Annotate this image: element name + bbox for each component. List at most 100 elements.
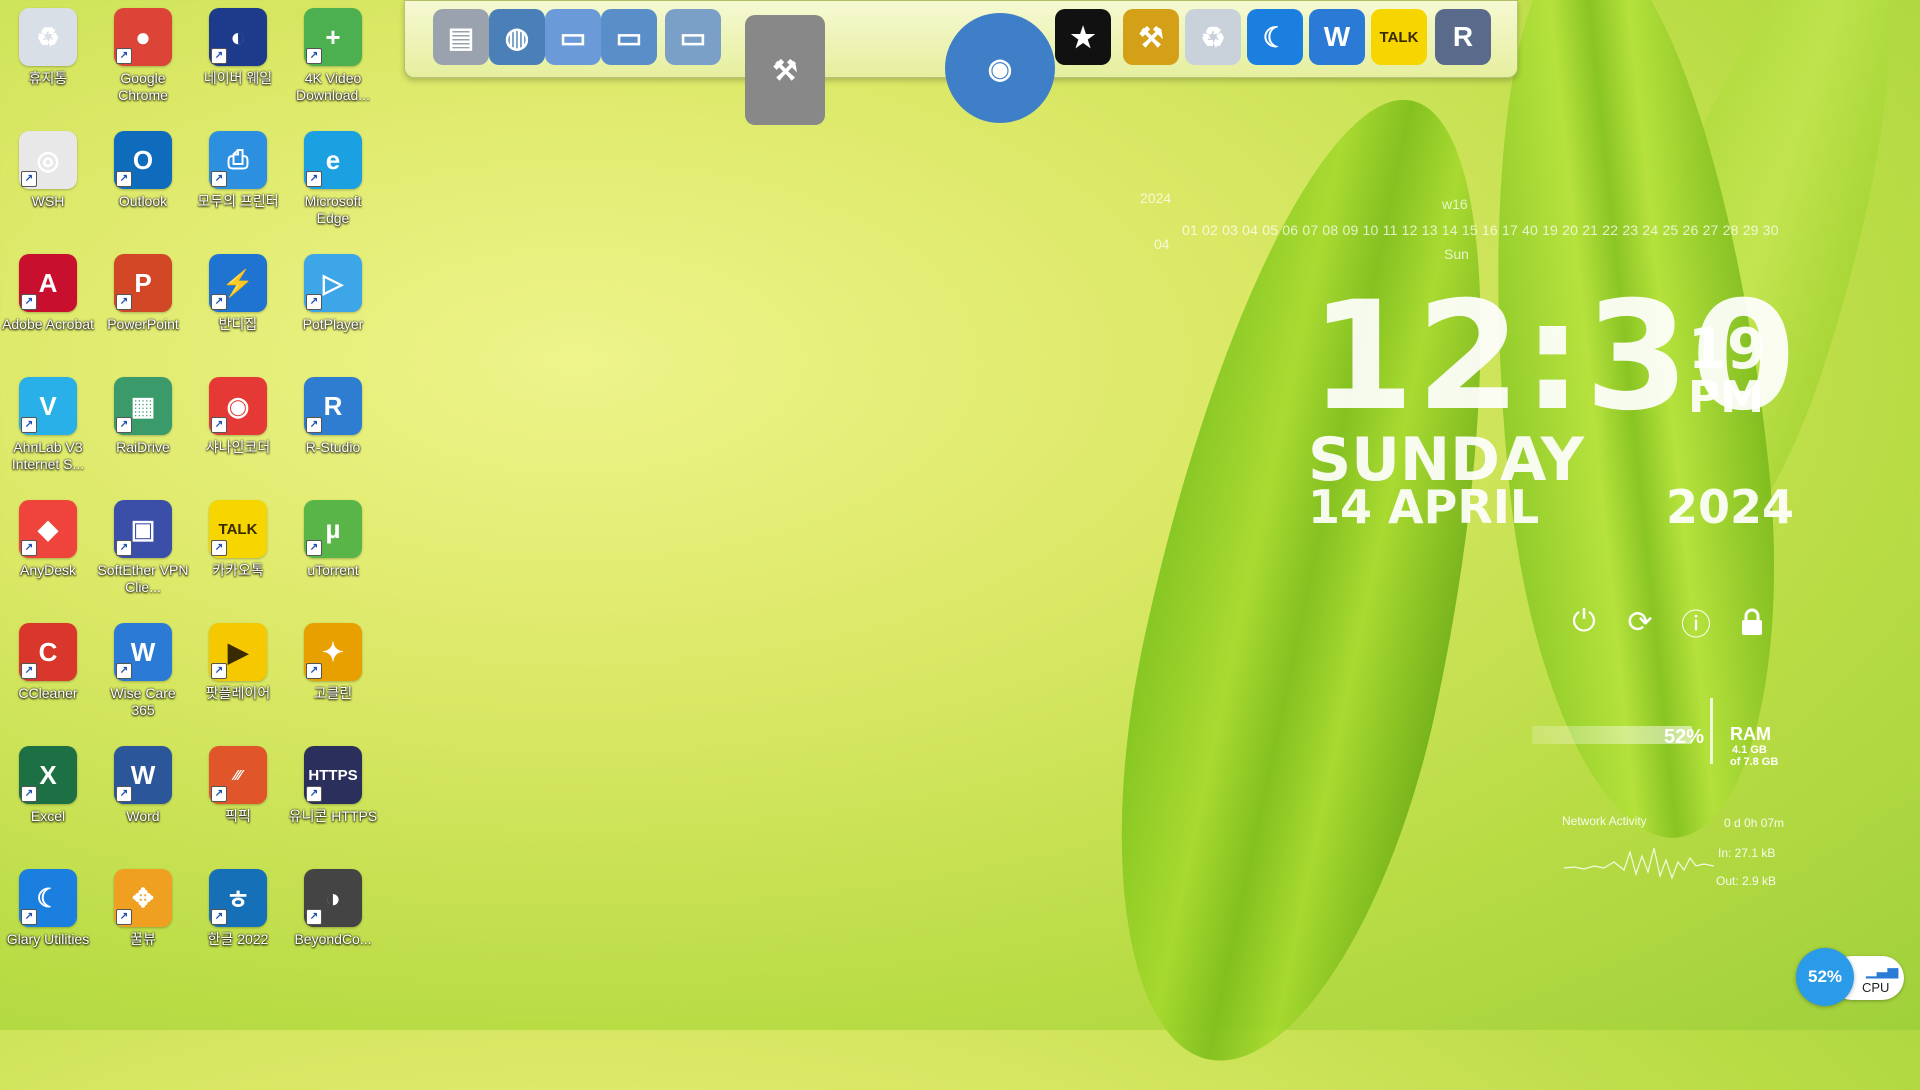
shortcut-arrow-icon: ↗ [116, 909, 132, 925]
goclean-icon: ✦ ↗ [304, 623, 362, 681]
desktop-icon[interactable]: ⁄⁄⁄ ↗ 픽픽 [192, 740, 284, 825]
desktop-icon[interactable]: W ↗ Word [97, 740, 189, 825]
desktop-icon[interactable]: ● ↗ Google Chrome [97, 2, 189, 104]
shortcut-arrow-icon: ↗ [116, 663, 132, 679]
desktop-icon-label: 한글 2022 [207, 931, 269, 947]
ram-divider [1710, 698, 1713, 764]
info-button[interactable]: ⓘ [1678, 604, 1714, 642]
glary-moon-icon[interactable]: ☾ [1247, 9, 1303, 65]
desktop-icon[interactable]: TALK ↗ 카카오톡 [192, 494, 284, 579]
desktop-icon[interactable]: A ↗ Adobe Acrobat [2, 248, 94, 333]
desktop-icon[interactable]: ▦ ↗ RaiDrive [97, 371, 189, 456]
ccleaner-icon: C ↗ [19, 623, 77, 681]
desktop-icon-label: AnyDesk [19, 562, 77, 578]
desktop-icon-label: AhnLab V3 Internet S... [11, 439, 85, 472]
recycle-bin-icon[interactable]: ♻ [1185, 9, 1241, 65]
desktop-icon[interactable]: ⚡ ↗ 반디집 [192, 248, 284, 333]
network-in: In: 27.1 kB [1718, 846, 1776, 860]
desktop-icon[interactable]: ♻ 휴지통 [2, 2, 94, 87]
tools-icon[interactable]: ⚒ [1123, 9, 1179, 65]
desktop-icon[interactable]: ▶ ↗ 팟플레이어 [192, 617, 284, 702]
network-uptime: 0 d 0h 07m [1724, 816, 1785, 830]
outlook-icon: O ↗ [114, 131, 172, 189]
desktop-icon[interactable]: P ↗ PowerPoint [97, 248, 189, 333]
desktop-icon[interactable]: O ↗ Outlook [97, 125, 189, 210]
desktop-icon[interactable]: ✥ ↗ 꿀뷰 [97, 863, 189, 948]
cpu-percent: 52% [1796, 948, 1854, 1006]
lock-button[interactable] [1734, 604, 1770, 640]
shortcut-arrow-icon: ↗ [116, 171, 132, 187]
globe-large-icon[interactable]: ◉ [945, 13, 1055, 123]
r-undelete-icon[interactable]: R [1435, 9, 1491, 65]
desktop-icon[interactable]: V ↗ AhnLab V3 Internet S... [2, 371, 94, 473]
lock-icon [1742, 608, 1762, 635]
shortcut-arrow-icon: ↗ [116, 48, 132, 64]
calendar-day-of-week: Sun [1444, 246, 1469, 262]
desktop-icon[interactable]: µ ↗ uTorrent [287, 494, 379, 579]
desktop-icon-label: Adobe Acrobat [2, 316, 94, 332]
cpu-chart-icon: ▁▃▅ [1866, 962, 1899, 978]
shana-encoder-icon: ◉ ↗ [209, 377, 267, 435]
shortcut-arrow-icon: ↗ [306, 171, 322, 187]
honeyview-icon: ✥ ↗ [114, 869, 172, 927]
hangul-icon: ㅎ ↗ [209, 869, 267, 927]
desktop-icon[interactable]: ◐ ↗ 네이버 웨일 [192, 2, 284, 87]
recycle-bin-icon: ♻ [19, 8, 77, 66]
desktop-icon[interactable]: ◎ ↗ WSH [2, 125, 94, 210]
ram-percent: 52% [1664, 726, 1705, 748]
shortcut-arrow-icon: ↗ [211, 48, 227, 64]
wise-shield-icon[interactable]: W [1309, 9, 1365, 65]
clock-date: 14 APRIL [1308, 480, 1540, 534]
desktop-icon-label: 모두의 프린터 [197, 193, 279, 209]
desktop-icon[interactable]: X ↗ Excel [2, 740, 94, 825]
desktop-icon-label: 샤나인코더 [205, 439, 271, 455]
network-globe-icon[interactable]: ◍ [489, 9, 545, 65]
power-button[interactable]: ⏻ [1566, 604, 1602, 640]
desktop-icon[interactable]: ◑ ↗ BeyondCo... [287, 863, 379, 948]
desktop-icon[interactable]: ▷ ↗ PotPlayer [287, 248, 379, 333]
raidrive-icon: ▦ ↗ [114, 377, 172, 435]
script-file-icon: ◎ ↗ [19, 131, 77, 189]
desktop-icon-label: 팟플레이어 [205, 685, 271, 701]
desktop-icon[interactable]: R ↗ R-Studio [287, 371, 379, 456]
clock-year: 2024 [1666, 480, 1795, 534]
desktop-icon[interactable]: HTTPS ↗ 유니콘 HTTPS [287, 740, 379, 825]
desktop-icon[interactable]: e ↗ Microsoft Edge [287, 125, 379, 227]
cpu-widget[interactable]: 52% ▁▃▅ CPU [1796, 948, 1906, 1006]
network-out: Out: 2.9 kB [1716, 874, 1777, 888]
shortcut-arrow-icon: ↗ [211, 786, 227, 802]
pot-player-icon: ▶ ↗ [209, 623, 267, 681]
desktop-icon[interactable]: ⎙ ↗ 모두의 프린터 [192, 125, 284, 210]
tshirt-icon[interactable]: ★ [1055, 9, 1111, 65]
calendar-days: 01 02 03 04 05 06 07 08 09 10 11 12 13 1… [1182, 222, 1779, 238]
desktop-icon[interactable]: ✦ ↗ 고클린 [287, 617, 379, 702]
restart-button[interactable]: ⟳ [1622, 604, 1658, 640]
desktop-icon[interactable]: ◆ ↗ AnyDesk [2, 494, 94, 579]
shortcut-arrow-icon: ↗ [21, 417, 37, 433]
system-tools-icon[interactable]: ⚒ [745, 15, 825, 125]
desktop-icon[interactable]: ▣ ↗ SoftEther VPN Clie... [97, 494, 189, 596]
desktop-icon[interactable]: ◉ ↗ 샤나인코더 [192, 371, 284, 456]
desktop-icon[interactable]: W ↗ Wise Care 365 [97, 617, 189, 719]
ram-label: RAM [1730, 724, 1771, 744]
folder-images-icon[interactable]: ▭ [665, 9, 721, 65]
kakaotalk-icon[interactable]: TALK [1371, 9, 1427, 65]
clock-seconds: 19 [1688, 317, 1766, 382]
folder-icon[interactable]: ▭ [545, 9, 601, 65]
desktop-icon-label: 4K Video Download... [296, 70, 370, 103]
desktop-icon-label: PowerPoint [107, 316, 179, 332]
desktop-icon-label: R-Studio [305, 439, 361, 455]
notepad-icon[interactable]: ▤ [433, 9, 489, 65]
shortcut-arrow-icon: ↗ [306, 909, 322, 925]
desktop-icon[interactable]: + ↗ 4K Video Download... [287, 2, 379, 104]
desktop-icons: ♻ 휴지통 ● ↗ Google Chrome ◐ ↗ 네이버 웨일 + ↗ 4K Video Do… [0, 0, 380, 980]
folder-open-icon[interactable]: ▭ [601, 9, 657, 65]
desktop-icon[interactable]: ☾ ↗ Glary Utilities [2, 863, 94, 948]
desktop-icon[interactable]: C ↗ CCleaner [2, 617, 94, 702]
shortcut-arrow-icon: ↗ [306, 540, 322, 556]
desktop-icon-label: 휴지통 [28, 70, 68, 86]
edge-icon: e ↗ [304, 131, 362, 189]
desktop-icon[interactable]: ㅎ ↗ 한글 2022 [192, 863, 284, 948]
desktop-icon-label: uTorrent [307, 562, 359, 578]
desktop-icon-label: 카카오톡 [212, 562, 264, 578]
